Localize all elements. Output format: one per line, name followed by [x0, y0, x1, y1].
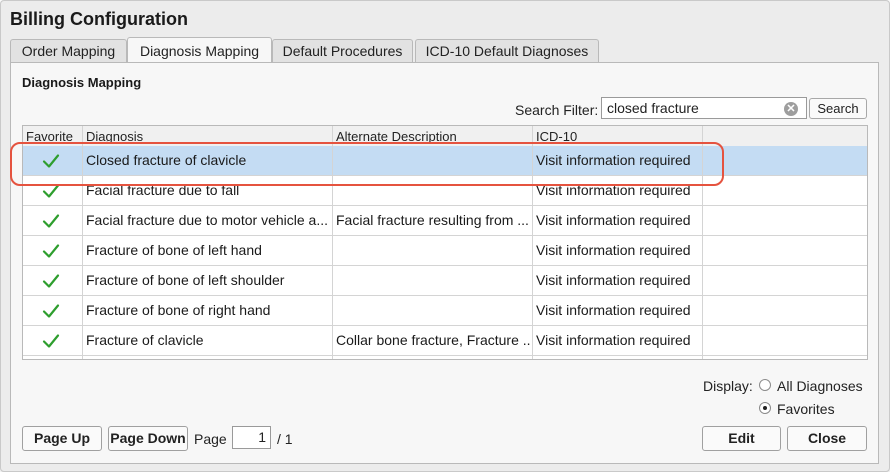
cell-alternate-description: Collar bone fracture, Fracture ...: [336, 332, 530, 348]
cell-icd10: Visit information required: [536, 182, 691, 198]
search-button[interactable]: Search: [809, 98, 867, 119]
clear-filter-icon[interactable]: ✕: [784, 102, 798, 116]
column-divider: [332, 126, 333, 359]
cell-diagnosis: Fracture of bone of left hand: [86, 242, 262, 258]
page-label: Page: [194, 431, 227, 447]
column-divider: [702, 126, 703, 359]
cell-alternate-description: [336, 266, 530, 295]
diagnosis-mapping-panel: Diagnosis Mapping Search Filter: closed …: [10, 62, 879, 464]
checkmark-icon[interactable]: [42, 152, 60, 170]
table-row[interactable]: Fracture of clavicle Collar bone fracture…: [23, 326, 867, 356]
page-number-input[interactable]: 1: [232, 426, 271, 449]
table-row[interactable]: Closed fracture of clavicle Visit informa…: [23, 146, 867, 176]
checkmark-icon[interactable]: [42, 182, 60, 200]
cell-icd10: Visit information required: [536, 152, 691, 168]
edit-button[interactable]: Edit: [702, 426, 781, 451]
search-filter-input[interactable]: closed fracture: [601, 97, 807, 119]
cell-alternate-description: Facial fracture resulting from ...: [336, 212, 529, 228]
billing-configuration-window: Billing Configuration Order Mapping Diag…: [0, 0, 890, 472]
radio-all-diagnoses[interactable]: [759, 379, 771, 391]
table-row[interactable]: Fracture of bone of left shoulder Visit i…: [23, 266, 867, 296]
cell-diagnosis: Facial fracture due to motor vehicle a..…: [86, 212, 328, 228]
header-diagnosis[interactable]: Diagnosis: [86, 129, 143, 144]
page-up-button[interactable]: Page Up: [22, 426, 102, 451]
radio-favorites[interactable]: [759, 402, 771, 414]
column-divider: [532, 126, 533, 359]
checkmark-icon[interactable]: [42, 242, 60, 260]
cell-icd10: Visit information required: [536, 212, 691, 228]
cell-icd10: Visit information required: [536, 242, 691, 258]
page-down-button[interactable]: Page Down: [108, 426, 188, 451]
cell-alternate-description: [336, 146, 530, 175]
table-row[interactable]: Facial fracture due to motor vehicle a..…: [23, 206, 867, 236]
column-divider: [82, 126, 83, 359]
close-button[interactable]: Close: [787, 426, 867, 451]
cell-diagnosis: Facial fracture due to fall: [86, 182, 240, 198]
tab-diagnosis-mapping[interactable]: Diagnosis Mapping: [127, 37, 272, 62]
display-label: Display:: [703, 378, 753, 394]
checkmark-icon[interactable]: [42, 302, 60, 320]
table-row[interactable]: Fracture of bone of right hand Visit info…: [23, 296, 867, 326]
cell-icd10: Visit information required: [536, 302, 691, 318]
table-row[interactable]: Facial fracture due to fall Visit informa…: [23, 176, 867, 206]
header-alternate-description[interactable]: Alternate Description: [336, 129, 457, 144]
search-filter-label: Search Filter:: [515, 102, 599, 118]
cell-diagnosis: Fracture of clavicle: [86, 332, 204, 348]
cell-alternate-description: [336, 296, 530, 325]
checkmark-icon[interactable]: [42, 332, 60, 350]
radio-label-all-diagnoses: All Diagnoses: [777, 378, 863, 394]
cell-icd10: Visit information required: [536, 272, 691, 288]
tab-icd10-default-diagnoses[interactable]: ICD-10 Default Diagnoses: [415, 39, 599, 62]
cell-alternate-description: [336, 176, 530, 205]
tab-order-mapping[interactable]: Order Mapping: [10, 39, 127, 62]
radio-label-favorites: Favorites: [777, 401, 835, 417]
cell-diagnosis: Closed fracture of clavicle: [86, 152, 247, 168]
window-title: Billing Configuration: [10, 9, 188, 29]
table-header: Favorite Diagnosis Alternate Description…: [23, 126, 867, 147]
cell-diagnosis: Fracture of bone of right hand: [86, 302, 271, 318]
diagnosis-table: Favorite Diagnosis Alternate Description…: [22, 125, 868, 360]
cell-alternate-description: [336, 236, 530, 265]
checkmark-icon[interactable]: [42, 272, 60, 290]
checkmark-icon[interactable]: [42, 212, 60, 230]
page-total: / 1: [277, 431, 293, 447]
cell-diagnosis: Fracture of bone of left shoulder: [86, 272, 285, 288]
tab-default-procedures[interactable]: Default Procedures: [272, 39, 413, 62]
cell-icd10: Visit information required: [536, 332, 691, 348]
table-row[interactable]: Fracture of bone of left hand Visit infor…: [23, 236, 867, 266]
section-title: Diagnosis Mapping: [22, 75, 142, 90]
header-favorite[interactable]: Favorite: [26, 129, 73, 144]
header-icd10[interactable]: ICD-10: [536, 129, 577, 144]
